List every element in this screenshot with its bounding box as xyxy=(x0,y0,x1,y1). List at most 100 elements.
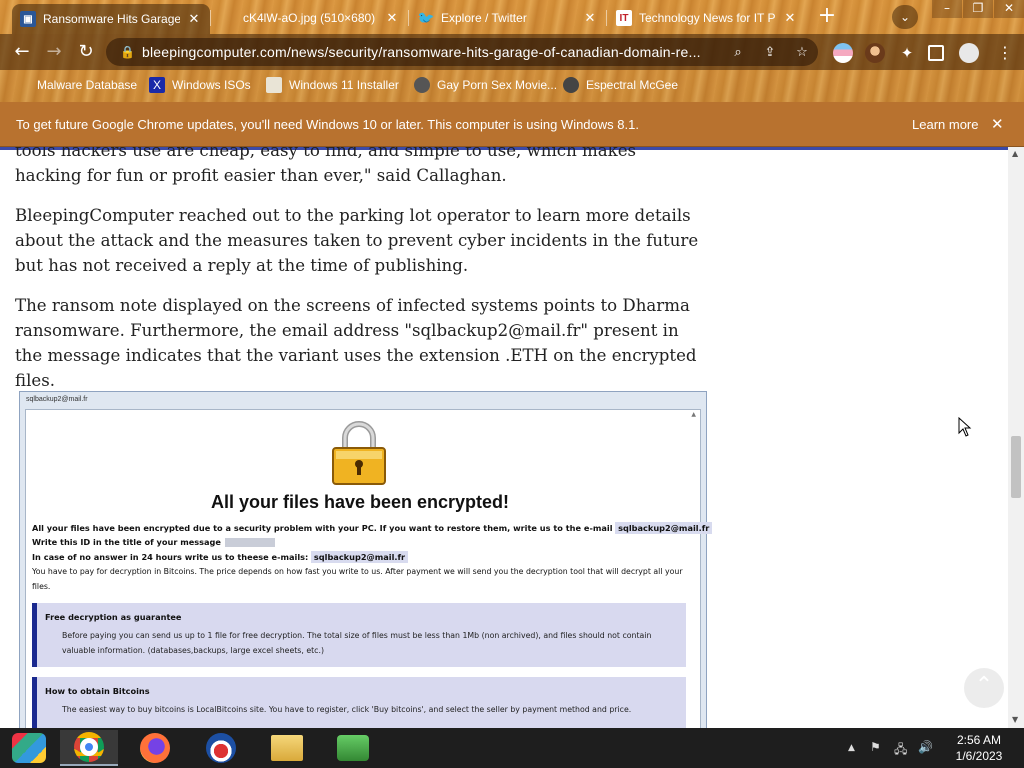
ransom-line-no-answer: In case of no answer in 24 hours write u… xyxy=(32,551,409,563)
x-icon: X xyxy=(149,77,165,93)
tab-technology-news[interactable]: IT Technology News for IT P ✕ xyxy=(608,4,806,32)
close-tab-icon[interactable]: ✕ xyxy=(186,11,202,27)
tab-ransomware[interactable]: ▣ Ransomware Hits Garage o ✕ xyxy=(12,4,210,34)
restore-icon[interactable]: ❐ xyxy=(963,0,993,18)
tab-image[interactable]: cK4lW-aO.jpg (510×680) ✕ xyxy=(212,4,408,32)
image-favicon-icon xyxy=(220,10,236,26)
box-text: Before paying you can send us up to 1 fi… xyxy=(62,631,652,655)
flag-extension-icon[interactable] xyxy=(833,43,853,63)
scroll-down-arrow-icon[interactable]: ▼ xyxy=(1012,715,1018,724)
start-icon xyxy=(12,733,46,763)
tab-divider xyxy=(606,10,607,26)
article-paragraph: BleepingComputer reached out to the park… xyxy=(15,206,699,275)
zoom-search-icon[interactable]: ⌕ xyxy=(722,45,754,60)
box-text: The easiest way to buy bitcoins is Local… xyxy=(62,705,632,714)
bookmark-label: Malware Database xyxy=(37,78,138,92)
toolbar: ← → ↻ 🔒 bleepingcomputer.com/news/securi… xyxy=(0,34,1024,70)
ransom-window-title: sqlbackup2@mail.fr xyxy=(26,396,88,403)
close-tab-icon[interactable]: ✕ xyxy=(782,10,798,26)
ransom-email: sqlbackup2@mail.fr xyxy=(615,522,713,534)
tab-divider xyxy=(210,10,211,26)
folder-icon xyxy=(271,735,303,761)
installer-icon xyxy=(266,77,282,93)
redacted-id xyxy=(224,538,275,547)
reload-icon[interactable]: ↻ xyxy=(73,39,99,65)
volume-icon[interactable]: 🔊 xyxy=(918,740,933,754)
close-tab-icon[interactable]: ✕ xyxy=(582,10,598,26)
ransom-note-body: ▲ All your files have been encrypted! Al… xyxy=(25,409,713,728)
padlock-icon xyxy=(332,421,386,485)
scroll-up-arrow-icon[interactable]: ▲ xyxy=(1012,149,1018,158)
ransom-text: Write this ID in the title of your messa… xyxy=(32,537,221,547)
ransom-note-image[interactable]: sqlbackup2@mail.fr ▲ All your files have… xyxy=(19,391,713,728)
scroll-to-top-button[interactable]: ⌃ xyxy=(964,668,1004,708)
close-infobar-icon[interactable]: ✕ xyxy=(991,115,1004,133)
screen: ▣ Ransomware Hits Garage o ✕ cK4lW-aO.jp… xyxy=(0,0,1024,768)
bookmarks-bar: Malware Database X Windows ISOs Windows … xyxy=(0,70,1024,100)
network-icon[interactable]: 🖧 xyxy=(894,740,907,761)
new-tab-button[interactable]: + xyxy=(813,5,841,29)
lock-icon[interactable]: 🔒 xyxy=(120,45,136,59)
menu-kebab-icon[interactable]: ⋮ xyxy=(995,43,1015,63)
close-window-icon[interactable]: ✕ xyxy=(994,0,1024,18)
taskbar-file-explorer[interactable] xyxy=(258,730,316,766)
extensions-puzzle-icon[interactable]: ✦ xyxy=(897,43,917,63)
close-tab-icon[interactable]: ✕ xyxy=(384,10,400,26)
tab-title: cK4lW-aO.jpg (510×680) xyxy=(243,11,376,25)
profile-avatar-icon[interactable] xyxy=(959,43,979,63)
window-controls: – ❐ ✕ xyxy=(931,0,1024,18)
show-hidden-icons-icon[interactable]: ▲ xyxy=(848,743,855,753)
tab-search-chevron-icon[interactable]: ⌄ xyxy=(892,5,918,29)
bookmark-windows-11-installer[interactable]: Windows 11 Installer xyxy=(266,75,399,95)
taskbar-network-app[interactable] xyxy=(324,730,382,766)
it-favicon-icon: IT xyxy=(616,10,632,26)
back-arrow-icon[interactable]: ← xyxy=(9,39,35,65)
url-text[interactable]: bleepingcomputer.com/news/security/ranso… xyxy=(142,44,722,60)
article-paragraph: tools hackers use are cheap, easy to fin… xyxy=(15,147,637,185)
clock[interactable]: 2:56 AM 1/6/2023 xyxy=(944,732,1014,764)
action-center-flag-icon[interactable]: ⚑ xyxy=(870,740,881,754)
taskbar-app-blue[interactable] xyxy=(192,730,250,766)
address-bar[interactable]: 🔒 bleepingcomputer.com/news/security/ran… xyxy=(106,38,818,66)
learn-more-link[interactable]: Learn more xyxy=(912,117,978,132)
box-title: How to obtain Bitcoins xyxy=(45,686,150,696)
profile-extension-icon[interactable] xyxy=(865,43,885,63)
firefox-icon xyxy=(140,733,170,763)
tab-twitter[interactable]: 🐦 Explore / Twitter ✕ xyxy=(410,4,606,32)
site-icon xyxy=(414,77,430,93)
taskbar-firefox[interactable] xyxy=(126,730,184,766)
ransom-heading: All your files have been encrypted! xyxy=(210,492,510,512)
page-scrollbar[interactable]: ▲ ▼ xyxy=(1008,147,1024,728)
start-button[interactable] xyxy=(0,730,58,766)
free-decryption-box: Free decryption as guarantee Before payi… xyxy=(32,603,686,667)
scrollbar-thumb[interactable] xyxy=(1011,436,1021,498)
forward-arrow-icon[interactable]: → xyxy=(41,39,67,65)
bookmark-malware-database[interactable]: Malware Database xyxy=(14,75,137,95)
minimize-icon[interactable]: – xyxy=(932,0,962,18)
avatar-icon xyxy=(563,77,579,93)
mouse-cursor-icon xyxy=(958,417,972,437)
share-icon[interactable]: ⇪ xyxy=(754,45,786,60)
infobar-message: To get future Google Chrome updates, you… xyxy=(16,117,639,132)
bookmark-site[interactable]: Gay Porn Sex Movie... xyxy=(414,75,557,95)
obtain-bitcoins-box: How to obtain Bitcoins The easiest way t… xyxy=(32,677,686,728)
tab-divider xyxy=(408,10,409,26)
clock-time: 2:56 AM xyxy=(956,733,1002,747)
web-page: tools hackers use are cheap, easy to fin… xyxy=(0,147,1008,728)
bookmark-label: Gay Porn Sex Movie... xyxy=(437,78,558,92)
ransom-line-restore: All your files have been encrypted due t… xyxy=(32,522,713,534)
ransom-email: sqlbackup2@mail.fr xyxy=(310,551,409,563)
tab-title: Technology News for IT P xyxy=(639,11,776,25)
bookmark-windows-isos[interactable]: X Windows ISOs xyxy=(149,75,251,95)
chrome-icon xyxy=(74,732,104,762)
taskbar-chrome[interactable] xyxy=(60,730,118,766)
bookmark-espectral-mcgee[interactable]: Espectral McGee xyxy=(563,75,678,95)
app-icon xyxy=(206,733,236,763)
tab-strip: ▣ Ransomware Hits Garage o ✕ cK4lW-aO.jp… xyxy=(0,0,1024,34)
bookmark-star-icon[interactable]: ☆ xyxy=(786,45,818,60)
box-title: Free decryption as guarantee xyxy=(45,612,182,622)
tab-title: Ransomware Hits Garage o xyxy=(43,12,180,26)
side-panel-icon[interactable] xyxy=(928,45,944,61)
malware-db-icon xyxy=(14,77,30,93)
browser-chrome: ▣ Ransomware Hits Garage o ✕ cK4lW-aO.jp… xyxy=(0,0,1024,102)
